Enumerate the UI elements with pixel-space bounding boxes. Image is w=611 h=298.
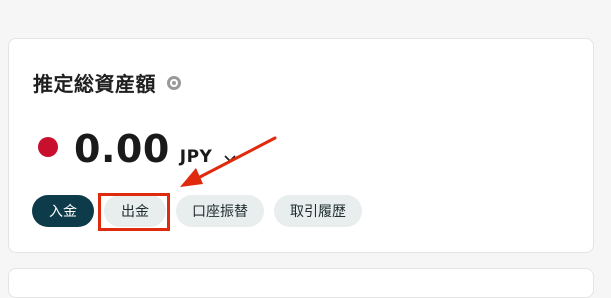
next-card — [8, 268, 594, 298]
balance-row: 0.00 JPY — [38, 127, 236, 171]
balance-amount: 0.00 — [74, 127, 170, 171]
withdraw-button[interactable]: 出金 — [104, 195, 166, 227]
transaction-history-button[interactable]: 取引履歴 — [274, 195, 362, 227]
card-title: 推定総資産額 — [33, 72, 156, 96]
chevron-down-icon[interactable] — [224, 148, 236, 162]
eye-icon[interactable] — [166, 75, 182, 91]
deposit-button[interactable]: 入金 — [32, 195, 94, 227]
currency-selector[interactable]: JPY — [180, 147, 213, 167]
asset-card: 推定総資産額 0.00 JPY 入金 出金 口座振替 取引履歴 — [8, 38, 594, 253]
title-row: 推定総資産額 — [33, 68, 182, 97]
action-buttons: 入金 出金 口座振替 取引履歴 — [32, 195, 372, 227]
account-transfer-button[interactable]: 口座振替 — [176, 195, 264, 227]
japan-flag-icon — [38, 137, 58, 157]
